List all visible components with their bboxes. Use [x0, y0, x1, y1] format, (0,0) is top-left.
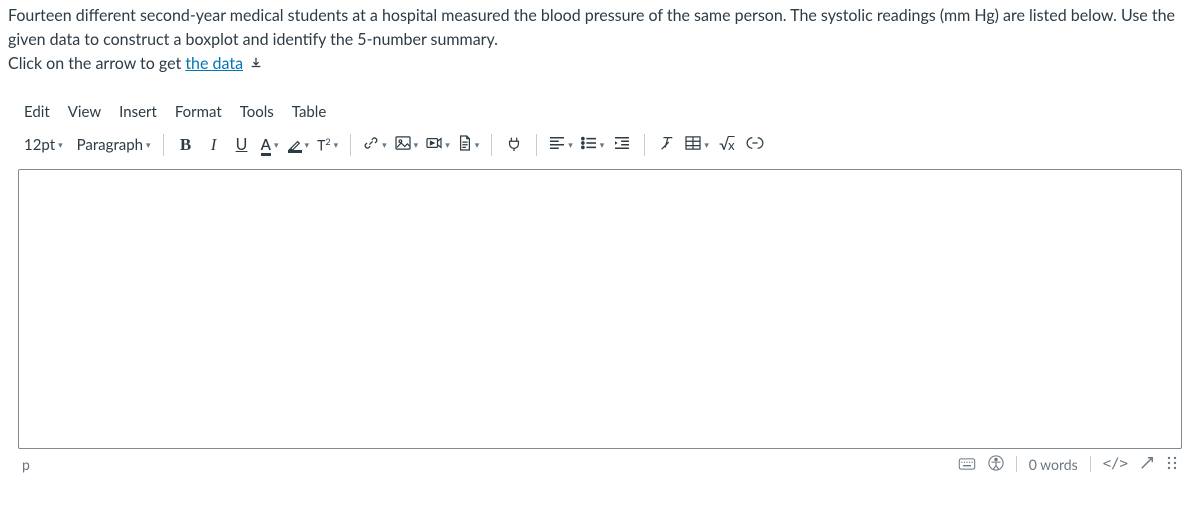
fullscreen-button[interactable] — [1140, 456, 1154, 473]
chevron-down-icon: ▾ — [305, 139, 310, 151]
menu-edit[interactable]: Edit — [24, 103, 50, 121]
chevron-down-icon: ▾ — [445, 139, 450, 151]
menu-view[interactable]: View — [68, 103, 101, 121]
chevron-down-icon: ▾ — [382, 139, 387, 151]
image-button[interactable]: ▾ — [391, 131, 423, 159]
question-line-1: Fourteen different second-year medical s… — [8, 6, 1175, 25]
html-view-button[interactable]: </> — [1103, 456, 1128, 472]
plug-icon — [506, 135, 522, 155]
document-icon — [458, 135, 472, 155]
font-size-label: 12pt — [24, 136, 55, 154]
menu-table[interactable]: Table — [292, 103, 326, 121]
download-icon[interactable] — [249, 53, 263, 77]
align-button[interactable]: ▾ — [545, 131, 577, 159]
clear-formatting-button[interactable] — [653, 131, 681, 159]
table-icon — [685, 136, 701, 154]
chevron-down-icon: ▾ — [334, 139, 339, 151]
text-color-icon: A — [261, 136, 271, 154]
question-line-2: given data to construct a boxplot and id… — [8, 30, 498, 49]
superscript-icon: T2 — [317, 136, 331, 154]
embed-icon — [746, 136, 764, 154]
align-left-icon — [549, 136, 565, 154]
menu-format[interactable]: Format — [175, 103, 222, 121]
resize-handle[interactable] — [1166, 455, 1178, 474]
rich-text-editor: Edit View Insert Format Tools Table 12pt… — [8, 99, 1192, 474]
link-icon — [363, 135, 379, 155]
toolbar-separator — [491, 134, 492, 156]
media-button[interactable]: ▾ — [422, 131, 454, 159]
indent-button[interactable] — [608, 131, 636, 159]
underline-button[interactable]: U — [228, 131, 256, 159]
bold-icon: B — [180, 135, 191, 155]
editor-statusbar: p 0 words </> — [18, 449, 1182, 474]
chevron-down-icon: ▾ — [414, 139, 419, 151]
menu-insert[interactable]: Insert — [119, 103, 157, 121]
italic-icon: I — [211, 135, 217, 155]
question-text: Fourteen different second-year medical s… — [8, 4, 1192, 77]
superscript-button[interactable]: T2 ▾ — [313, 131, 342, 159]
embed-button[interactable] — [741, 131, 769, 159]
link-button[interactable]: ▾ — [359, 131, 391, 159]
block-format-select[interactable]: Paragraph ▾ — [73, 131, 155, 159]
media-icon — [426, 136, 442, 154]
bullet-list-icon — [581, 136, 597, 154]
document-button[interactable]: ▾ — [454, 131, 484, 159]
highlight-icon — [288, 139, 302, 151]
highlight-color-button[interactable]: ▾ — [284, 131, 314, 159]
editor-menubar: Edit View Insert Format Tools Table — [18, 99, 1182, 131]
chevron-down-icon: ▾ — [600, 139, 605, 151]
clear-format-icon — [659, 135, 675, 155]
editor-toolbar: 12pt ▾ Paragraph ▾ B I U A ▾ ▾ — [18, 131, 1182, 169]
editor-content-area[interactable] — [18, 169, 1182, 449]
keyboard-icon[interactable] — [958, 456, 976, 473]
block-format-label: Paragraph — [77, 136, 143, 154]
apps-button[interactable] — [500, 131, 528, 159]
data-link[interactable]: the data — [185, 54, 243, 73]
text-color-button[interactable]: A ▾ — [256, 131, 284, 159]
italic-button[interactable]: I — [200, 131, 228, 159]
chevron-down-icon: ▾ — [475, 139, 480, 151]
word-count[interactable]: 0 words — [1029, 456, 1078, 473]
toolbar-separator — [644, 134, 645, 156]
equation-button[interactable]: √x — [713, 131, 741, 159]
chevron-down-icon: ▾ — [274, 139, 279, 151]
equation-icon: √x — [719, 135, 735, 154]
font-size-select[interactable]: 12pt ▾ — [20, 131, 67, 159]
bold-button[interactable]: B — [172, 131, 200, 159]
chevron-down-icon: ▾ — [568, 139, 573, 151]
toolbar-separator — [163, 134, 164, 156]
toolbar-separator — [350, 134, 351, 156]
element-path[interactable]: p — [22, 456, 30, 473]
menu-tools[interactable]: Tools — [240, 103, 274, 121]
table-button[interactable]: ▾ — [681, 131, 713, 159]
chevron-down-icon: ▾ — [58, 139, 63, 151]
question-line-3-prefix: Click on the arrow to get — [8, 54, 185, 73]
statusbar-separator — [1016, 456, 1017, 472]
statusbar-separator — [1090, 456, 1091, 472]
indent-icon — [614, 136, 630, 154]
list-button[interactable]: ▾ — [577, 131, 609, 159]
chevron-down-icon: ▾ — [704, 139, 709, 151]
toolbar-separator — [536, 134, 537, 156]
chevron-down-icon: ▾ — [146, 139, 151, 151]
accessibility-icon[interactable] — [988, 455, 1004, 474]
underline-icon: U — [236, 135, 248, 154]
image-icon — [395, 136, 411, 154]
